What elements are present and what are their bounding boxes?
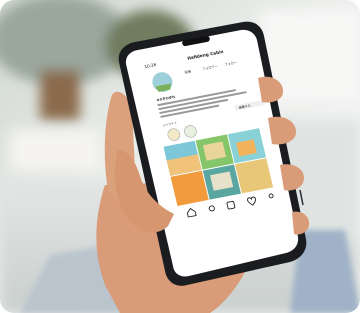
grid-post[interactable]	[170, 170, 209, 206]
scene-svg: 10:26 Hafideng Cabin 投稿 フォロワー フォロー #かぞのゆ…	[0, 0, 360, 313]
grid-post[interactable]	[235, 158, 274, 194]
photo-scene: 10:26 Hafideng Cabin 投稿 フォロワー フォロー #かぞのゆ…	[0, 0, 360, 313]
